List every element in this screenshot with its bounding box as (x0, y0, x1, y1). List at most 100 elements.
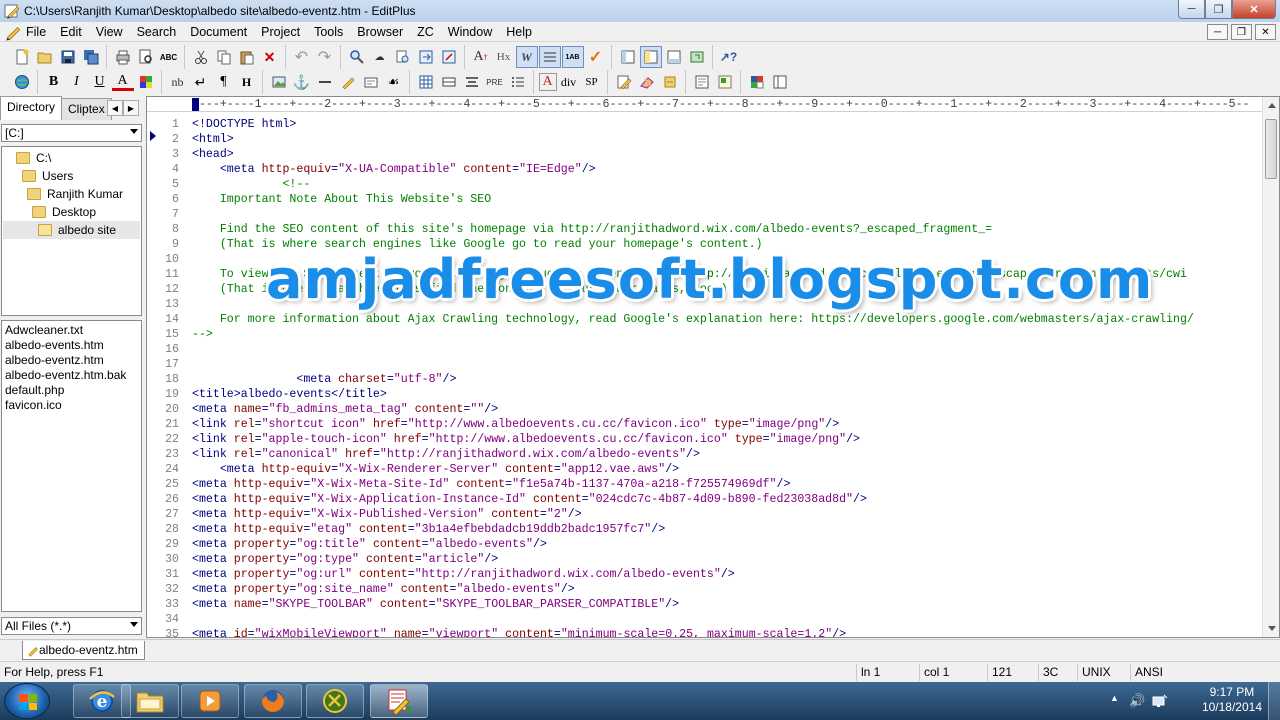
style-icon[interactable]: ☙ (383, 71, 405, 93)
line-number-icon[interactable] (538, 46, 561, 68)
menu-browser[interactable]: Browser (350, 22, 410, 42)
menu-tools[interactable]: Tools (307, 22, 350, 42)
table-row-icon[interactable] (438, 71, 460, 93)
bookmark-icon[interactable] (659, 71, 681, 93)
code-line[interactable]: 22 <link rel="apple-touch-icon" href="htt… (147, 432, 860, 447)
code-line[interactable]: 30 <meta property="og:type" content="arti… (147, 552, 498, 567)
code-line[interactable]: 31 <meta property="og:url" content="http:… (147, 567, 735, 582)
paste-icon[interactable] (236, 46, 258, 68)
split-window-icon[interactable] (769, 71, 791, 93)
scroll-up-button[interactable] (1263, 97, 1279, 114)
code-line[interactable]: 13 (147, 297, 192, 312)
tab-directory[interactable]: Directory (0, 96, 63, 120)
code-line[interactable]: 35 <meta id="wixMobileViewport" name="vie… (147, 627, 846, 637)
restore-button[interactable]: ❐ (1205, 0, 1232, 19)
code-line[interactable]: 28 <meta http-equiv="etag" content="3b1a4… (147, 522, 665, 537)
taskbar-clock[interactable]: 9:17 PM 10/18/2014 (1202, 685, 1262, 715)
code-line[interactable]: 4 <meta http-equiv="X-UA-Compatible" con… (147, 162, 596, 177)
print-preview-icon[interactable] (135, 46, 157, 68)
nbsp-button[interactable]: nb (167, 71, 189, 93)
goto-icon[interactable] (438, 46, 460, 68)
check-icon[interactable]: ✓ (585, 46, 607, 68)
output-window-icon[interactable] (663, 46, 685, 68)
file-filter-select[interactable]: All Files (*.*) (1, 617, 142, 635)
code-line[interactable]: 16 (147, 342, 192, 357)
code-line[interactable]: 6 Important Note About This Website's SE… (147, 192, 491, 207)
code-line[interactable]: 14 For more information about Ajax Crawl… (147, 312, 1194, 327)
tree-node-desktop[interactable]: Desktop (32, 203, 96, 221)
tab-scroll-right-icon[interactable]: ▶ (123, 100, 139, 116)
print-icon[interactable] (112, 46, 134, 68)
spell-check-icon[interactable]: ABC (158, 46, 180, 68)
menu-file[interactable]: File (22, 22, 53, 42)
show-hidden-icons-icon[interactable]: ▲ (1110, 693, 1126, 709)
find-icon[interactable] (346, 46, 368, 68)
color-grid-icon[interactable] (135, 71, 157, 93)
file-item[interactable]: favicon.ico (5, 398, 141, 413)
open-folder-icon[interactable] (34, 46, 56, 68)
scroll-down-button[interactable] (1263, 620, 1279, 637)
code-line[interactable]: 32 <meta property="og:site_name" content=… (147, 582, 575, 597)
div-button[interactable]: div (558, 71, 580, 93)
code-line[interactable]: 19 <title>albedo-events</title> (147, 387, 387, 402)
cliptext-window-icon[interactable] (639, 46, 662, 68)
editplus-taskbar-button[interactable] (370, 684, 428, 718)
directory-window-icon[interactable] (617, 46, 639, 68)
code-line[interactable]: 10 (147, 252, 192, 267)
anchor-icon[interactable]: ⚓ (291, 71, 313, 93)
edit-tag-icon[interactable] (613, 71, 635, 93)
word-wrap-icon[interactable]: W (515, 46, 538, 68)
color-picker-icon[interactable] (746, 71, 768, 93)
context-help-icon[interactable]: ↗? (718, 46, 740, 68)
mdi-minimize-button[interactable]: ─ (1207, 24, 1228, 40)
save-icon[interactable] (57, 46, 79, 68)
browser-preview-icon[interactable] (11, 71, 33, 93)
file-item[interactable]: albedo-events.htm (5, 338, 141, 353)
code-line[interactable]: 17 (147, 357, 192, 372)
tab-scroll-left-icon[interactable]: ◀ (107, 100, 123, 116)
template-icon[interactable] (691, 71, 713, 93)
code-line[interactable]: 3 <head> (147, 147, 234, 162)
menu-zc[interactable]: ZC (410, 22, 441, 42)
code-line[interactable]: 1 <!DOCTYPE html> (147, 117, 296, 132)
mdi-close-button[interactable]: ✕ (1255, 24, 1276, 40)
code-area[interactable]: 1 <!DOCTYPE html> 2 <html> 3 <head> 4 <meta ht… (147, 117, 1263, 637)
file-item[interactable]: albedo-eventz.htm (5, 353, 141, 368)
hex-viewer-icon[interactable]: Hx (493, 46, 515, 68)
menu-window[interactable]: Window (441, 22, 499, 42)
code-line[interactable]: 27 <meta http-equiv = "X-Wix-Published-Vers… (147, 507, 582, 522)
menu-view[interactable]: View (89, 22, 130, 42)
code-line[interactable]: 20 <meta name="fb_admins_meta_tag" conten… (147, 402, 498, 417)
new-file-icon[interactable] (11, 46, 33, 68)
firefox-taskbar-button[interactable] (244, 684, 302, 718)
file-item[interactable]: default.php (5, 383, 141, 398)
minimize-button[interactable]: ─ (1178, 0, 1205, 19)
code-line[interactable]: 26 <meta http-equiv = "X-Wix-Application-In… (147, 492, 867, 507)
code-line[interactable]: 24 <meta http-equiv = "X-Wix-Renderer-Serv… (147, 462, 679, 477)
code-line[interactable]: 15 --> (147, 327, 213, 342)
vertical-scrollbar[interactable] (1262, 97, 1279, 637)
underline-button[interactable]: U (89, 71, 111, 93)
paragraph-button[interactable]: ¶ (213, 71, 235, 93)
editplus-app-icon[interactable] (4, 3, 20, 19)
code-line[interactable]: 18 <meta charset="utf-8"/> (147, 372, 456, 387)
delete-icon[interactable]: ✕ (259, 46, 281, 68)
font-icon[interactable]: A † (470, 46, 492, 68)
redo-icon[interactable]: ↷ (314, 46, 336, 68)
heading-button[interactable]: H (236, 71, 258, 93)
tree-node-ranjith-kumar[interactable]: Ranjith Kumar (27, 185, 123, 203)
tree-node-users[interactable]: Users (22, 167, 73, 185)
find-next-icon[interactable] (415, 46, 437, 68)
preview-pane-icon[interactable] (714, 71, 736, 93)
tab-cliptext[interactable]: Cliptex (61, 98, 112, 120)
tree-node-c-drive[interactable]: C:\ (16, 149, 51, 167)
code-line[interactable]: 34 (147, 612, 192, 627)
file-explorer-taskbar-button[interactable] (121, 684, 179, 718)
align-icon[interactable] (461, 71, 483, 93)
menu-search[interactable]: Search (130, 22, 184, 42)
scrollbar-thumb[interactable] (1265, 119, 1277, 179)
tree-node-albedo-site[interactable]: albedo site (3, 221, 140, 239)
fullscreen-icon[interactable] (686, 46, 708, 68)
start-button[interactable] (4, 683, 50, 719)
find-in-files-icon[interactable] (392, 46, 414, 68)
